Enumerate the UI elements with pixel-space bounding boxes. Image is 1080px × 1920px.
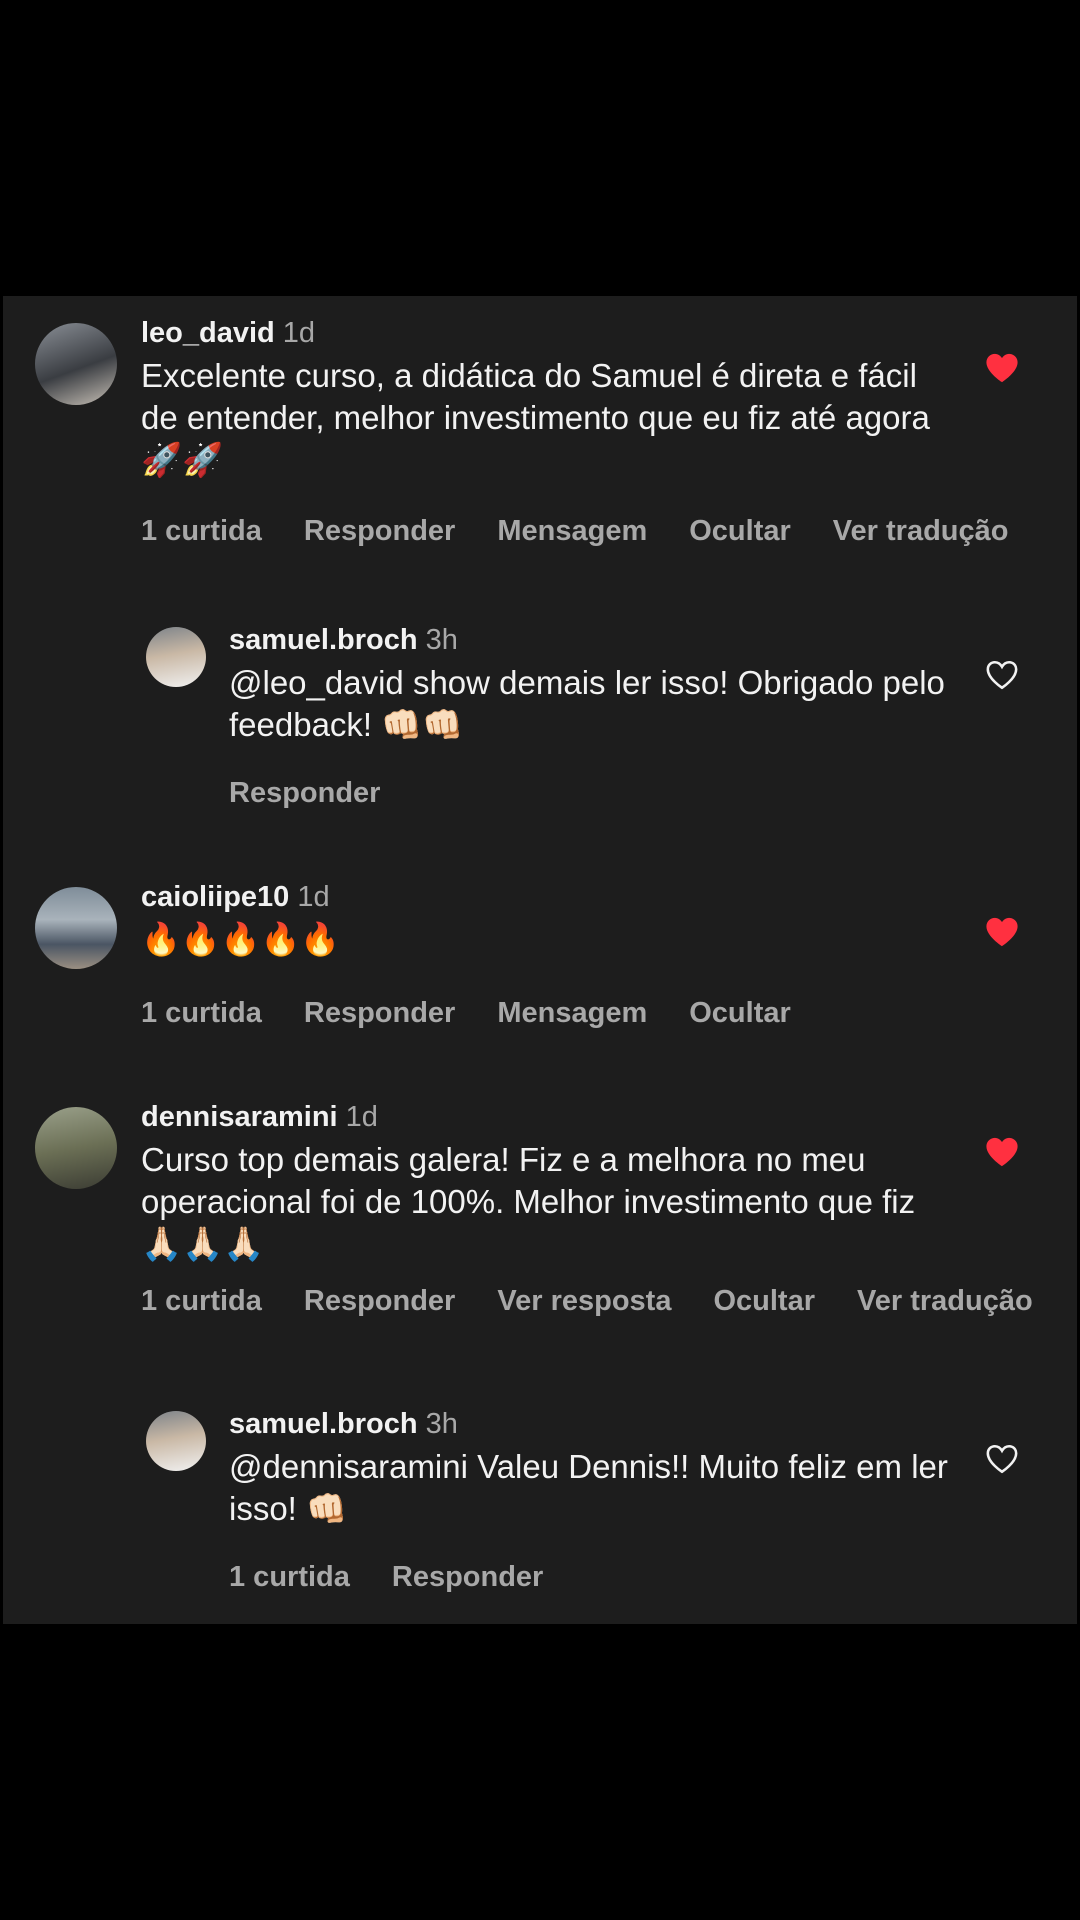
likes-count[interactable]: 1 curtida [141, 515, 262, 547]
heart-outline-icon[interactable] [985, 1443, 1019, 1475]
comments-panel: leo_david 1d Excelente curso, a didática … [3, 296, 1077, 1624]
reply-button[interactable]: Responder [229, 777, 380, 809]
hide-button[interactable]: Ocultar [689, 997, 791, 1029]
heart-filled-icon[interactable] [985, 352, 1019, 384]
reply-username[interactable]: samuel.broch [229, 1408, 418, 1440]
reply-avatar[interactable] [146, 1411, 206, 1471]
reply-username[interactable]: samuel.broch [229, 624, 418, 656]
comment-header: dennisaramini 1d [141, 1100, 378, 1134]
hide-button[interactable]: Ocultar [713, 1285, 815, 1317]
reply-actions: Responder [229, 776, 422, 810]
reply-timestamp: 3h [425, 624, 458, 656]
likes-count[interactable]: 1 curtida [141, 1285, 262, 1317]
comment-actions: 1 curtida Responder Mensagem Ocultar Ver tra… [141, 514, 1050, 548]
heart-filled-icon[interactable] [985, 1136, 1019, 1168]
message-button[interactable]: Mensagem [497, 997, 647, 1029]
reply-avatar[interactable] [146, 627, 206, 687]
hide-button[interactable]: Ocultar [689, 515, 791, 547]
heart-outline-icon[interactable] [985, 659, 1019, 691]
reply-button[interactable]: Responder [304, 997, 455, 1029]
view-replies-button[interactable]: Ver resposta [497, 1285, 671, 1317]
username[interactable]: leo_david [141, 317, 275, 349]
reply-actions: 1 curtida Responder [229, 1560, 585, 1594]
reply-button[interactable]: Responder [304, 515, 455, 547]
avatar[interactable] [35, 323, 117, 405]
comment-text: 🔥🔥🔥🔥🔥 [141, 921, 341, 957]
likes-count[interactable]: 1 curtida [141, 997, 262, 1029]
comment-header: leo_david 1d [141, 316, 315, 350]
reply-text: @dennisaramini Valeu Dennis!! Muito feli… [229, 1448, 948, 1527]
timestamp: 1d [282, 317, 316, 349]
reply-button[interactable]: Responder [304, 1285, 455, 1317]
comment-actions: 1 curtida Responder Mensagem Ocultar [141, 996, 833, 1030]
avatar[interactable] [35, 1107, 117, 1189]
heart-filled-icon[interactable] [985, 916, 1019, 948]
reply-header: samuel.broch 3h [229, 623, 458, 657]
comment-actions: 1 curtida Responder Ver resposta Ocultar Ver… [141, 1284, 1075, 1318]
reply-timestamp: 3h [425, 1408, 458, 1440]
timestamp: 1d [297, 881, 330, 913]
username[interactable]: dennisaramini [141, 1101, 338, 1133]
comment-text: Excelente curso, a didática do Samuel é … [141, 357, 930, 478]
likes-count[interactable]: 1 curtida [229, 1561, 350, 1593]
timestamp: 1d [345, 1101, 378, 1133]
avatar[interactable] [35, 887, 117, 969]
translate-button[interactable]: Ver tradução [857, 1285, 1033, 1317]
translate-button[interactable]: Ver tradução [833, 515, 1009, 547]
comment-header: caioliipe10 1d [141, 880, 330, 914]
reply-button[interactable]: Responder [392, 1561, 543, 1593]
reply-header: samuel.broch 3h [229, 1407, 458, 1441]
username[interactable]: caioliipe10 [141, 881, 289, 913]
message-button[interactable]: Mensagem [497, 515, 647, 547]
reply-text: @leo_david show demais ler isso! Obrigad… [229, 664, 945, 743]
comment-text: Curso top demais galera! Fiz e a melhora… [141, 1141, 916, 1262]
